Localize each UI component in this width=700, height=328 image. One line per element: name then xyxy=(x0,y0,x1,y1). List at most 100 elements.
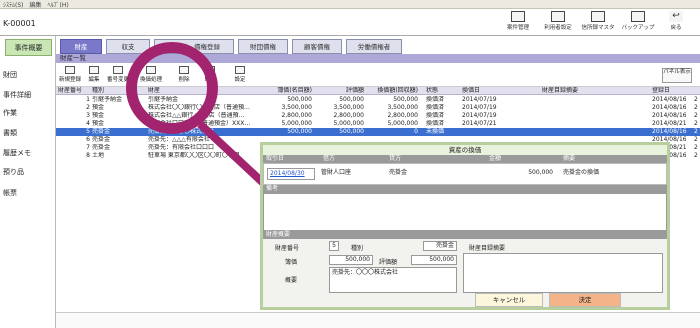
edit-icon xyxy=(89,66,99,74)
print-button[interactable]: 印刷 xyxy=(200,66,220,83)
table-cell: 3,500,000 xyxy=(281,104,312,111)
section-title: 財産一覧 xyxy=(56,54,700,63)
table-cell-extra: 2 xyxy=(694,136,698,143)
table-cell: 2,800,000 xyxy=(333,112,364,119)
table-cell: 駐車場 東京都〇〇区〇〇町〇丁目 xyxy=(148,152,240,159)
table-cell: 3,500,000 xyxy=(387,104,418,111)
ok-button[interactable]: 決定 xyxy=(549,293,621,307)
panel-toggle-button[interactable]: パネル表示 xyxy=(662,68,692,83)
col-header[interactable]: 換価日 xyxy=(462,87,538,95)
book-value-field: 500,000 xyxy=(329,255,373,265)
liquidate-button[interactable]: 換価処理 xyxy=(138,66,164,83)
menu-system[interactable]: ｼｽﾃﾑ(S) xyxy=(3,0,24,9)
table-cell-extra: 2 xyxy=(694,104,698,111)
new-button[interactable]: 新規登録 xyxy=(58,66,82,83)
table-cell: 売掛金 xyxy=(92,136,111,143)
col-header[interactable]: 登録日 xyxy=(652,87,692,95)
col-header[interactable]: 財産 xyxy=(148,87,260,95)
back-icon: ↩ xyxy=(669,11,683,22)
menu-bar: ｼｽﾃﾑ(S) 編集 ﾍﾙﾌﾟ(H) xyxy=(0,0,700,9)
sidebar-item-case-overview[interactable]: 事件概要 xyxy=(5,39,52,56)
catalog-field xyxy=(463,253,663,293)
new-icon xyxy=(65,66,75,74)
delete-button[interactable]: 削除 xyxy=(174,66,194,83)
table-cell: 換価済 xyxy=(426,96,445,103)
table-cell: 引継予納金 xyxy=(92,96,123,103)
table-row[interactable]: 1 引継予納金 引継予納金 500,000 500,000 500,000 換価済 2014/… xyxy=(56,96,700,104)
liquidation-dialog: 資産の換価 取引日 借方 貸方 金額 摘要 2014/08/30 管財人口座 売… xyxy=(260,142,670,310)
book-value-label: 簿価 xyxy=(285,259,298,266)
table-row[interactable]: 3 預金 株式会社△△銀行△△支店（普通預… 2,800,000 2,800,000 2,… xyxy=(56,112,700,120)
table-cell: 4 xyxy=(86,120,90,127)
case-icon xyxy=(511,11,525,22)
tab-customer-claims[interactable]: 顧客債権 xyxy=(292,39,342,54)
menu-help[interactable]: ﾍﾙﾌﾟ(H) xyxy=(48,0,69,9)
table-cell: 売掛先：有限会社口口口 xyxy=(148,144,215,151)
case-number: K-00001 xyxy=(3,19,36,28)
table-cell: 2014/08/16 xyxy=(652,104,687,111)
sidebar-item-history-memo[interactable]: 履歴メモ xyxy=(3,148,31,158)
table-cell: 500,000 xyxy=(287,96,312,103)
tab-estate-claims[interactable]: 財団債権 xyxy=(238,39,288,54)
table-cell: 5,000,000 xyxy=(333,120,364,127)
backup-button[interactable]: バックアップ xyxy=(618,11,658,31)
col-header[interactable]: 換価額(回収額) xyxy=(366,87,418,95)
tab-creditors[interactable]: 債権者・債権登録 xyxy=(154,39,234,54)
table-cell: 預金 xyxy=(92,112,105,119)
col-header[interactable]: 評価額 xyxy=(314,87,364,95)
col-header[interactable]: 種別 xyxy=(92,87,146,95)
evaluation-label: 評価額 xyxy=(379,259,398,266)
print-icon xyxy=(205,66,215,74)
tab-assets[interactable]: 財産 xyxy=(60,39,102,54)
address-master-button[interactable]: 信所録マスタ xyxy=(578,11,618,31)
col-header[interactable]: 財産目録摘要 xyxy=(542,87,642,95)
settings-icon xyxy=(235,66,245,74)
col-header[interactable]: 簿価(名目額) xyxy=(262,87,312,95)
asset-number-label: 財産番号 xyxy=(275,245,300,252)
sidebar-item-work[interactable]: 作業 xyxy=(3,108,17,118)
tab-income-expense[interactable]: 収支 xyxy=(106,39,150,54)
case-manage-button[interactable]: 案件管理 xyxy=(498,11,538,31)
table-cell: 6 xyxy=(86,136,90,143)
table-cell: 7 xyxy=(86,144,90,151)
entry-header-row: 取引日 借方 貸方 金額 摘要 xyxy=(263,155,667,163)
transaction-date-field[interactable]: 2014/08/30 xyxy=(267,168,315,180)
table-cell: 2014/07/21 xyxy=(462,120,497,127)
cancel-button[interactable]: キャンセル xyxy=(475,293,543,307)
table-row[interactable]: 5 売掛金 売掛先：〇〇〇株式会社 500,000 500,000 0 未換価 2014/08… xyxy=(56,128,700,136)
tab-bar: 財産 収支 債権者・債権登録 財団債権 顧客債権 労働債権者 xyxy=(56,36,700,54)
table-cell: 2014/08/16 xyxy=(652,112,687,119)
table-cell: 2,800,000 xyxy=(387,112,418,119)
table-cell: 2 xyxy=(86,104,90,111)
menu-edit[interactable]: 編集 xyxy=(30,0,42,9)
overview-field: 売掛先：〇〇〇株式会社 xyxy=(329,267,457,293)
summary-header: 財産概要 xyxy=(263,231,667,239)
col-header[interactable]: 状態 xyxy=(426,87,458,95)
col-header[interactable]: 財産番号 xyxy=(58,87,90,95)
table-cell: 500,000 xyxy=(393,96,418,103)
tab-labor-creditors[interactable]: 労働債権者 xyxy=(346,39,402,54)
settings-button[interactable]: 設定 xyxy=(230,66,250,83)
credit-field[interactable]: 売掛金 xyxy=(387,168,483,180)
table-cell-extra: 2 xyxy=(694,128,698,135)
amount-field[interactable]: 500,000 xyxy=(485,168,555,180)
renumber-button[interactable]: 番号変更 xyxy=(106,66,130,83)
edit-button[interactable]: 編集 xyxy=(84,66,104,83)
table-cell: 株式会社口口銀行（普通預金）XXX… xyxy=(148,120,251,127)
summary-field[interactable]: 売掛金の換価 xyxy=(561,168,663,180)
debit-field[interactable]: 管財人口座 xyxy=(319,168,385,180)
sidebar-item-reports[interactable]: 帳票 xyxy=(3,188,17,198)
notes-header: 備考 xyxy=(263,185,667,193)
back-button[interactable]: ↩ 戻る xyxy=(656,11,696,31)
sidebar-item-deposits[interactable]: 預り品 xyxy=(3,167,24,177)
table-cell: 5,000,000 xyxy=(387,120,418,127)
sidebar-item-documents[interactable]: 書類 xyxy=(3,128,17,138)
type-label: 種別 xyxy=(351,245,364,252)
table-row[interactable]: 4 預金 株式会社口口銀行（普通預金）XXX… 5,000,000 5,000,000 5… xyxy=(56,120,700,128)
status-area xyxy=(56,312,700,328)
table-row[interactable]: 2 預金 株式会社〇〇銀行〇〇支店（普通預… 3,500,000 3,500,000 3,… xyxy=(56,104,700,112)
notes-textarea[interactable] xyxy=(263,193,667,231)
user-settings-button[interactable]: 利用者設定 xyxy=(538,11,578,31)
sidebar-item-estate[interactable]: 財団 xyxy=(3,70,17,80)
sidebar-item-case-detail[interactable]: 事件詳細 xyxy=(3,90,31,100)
